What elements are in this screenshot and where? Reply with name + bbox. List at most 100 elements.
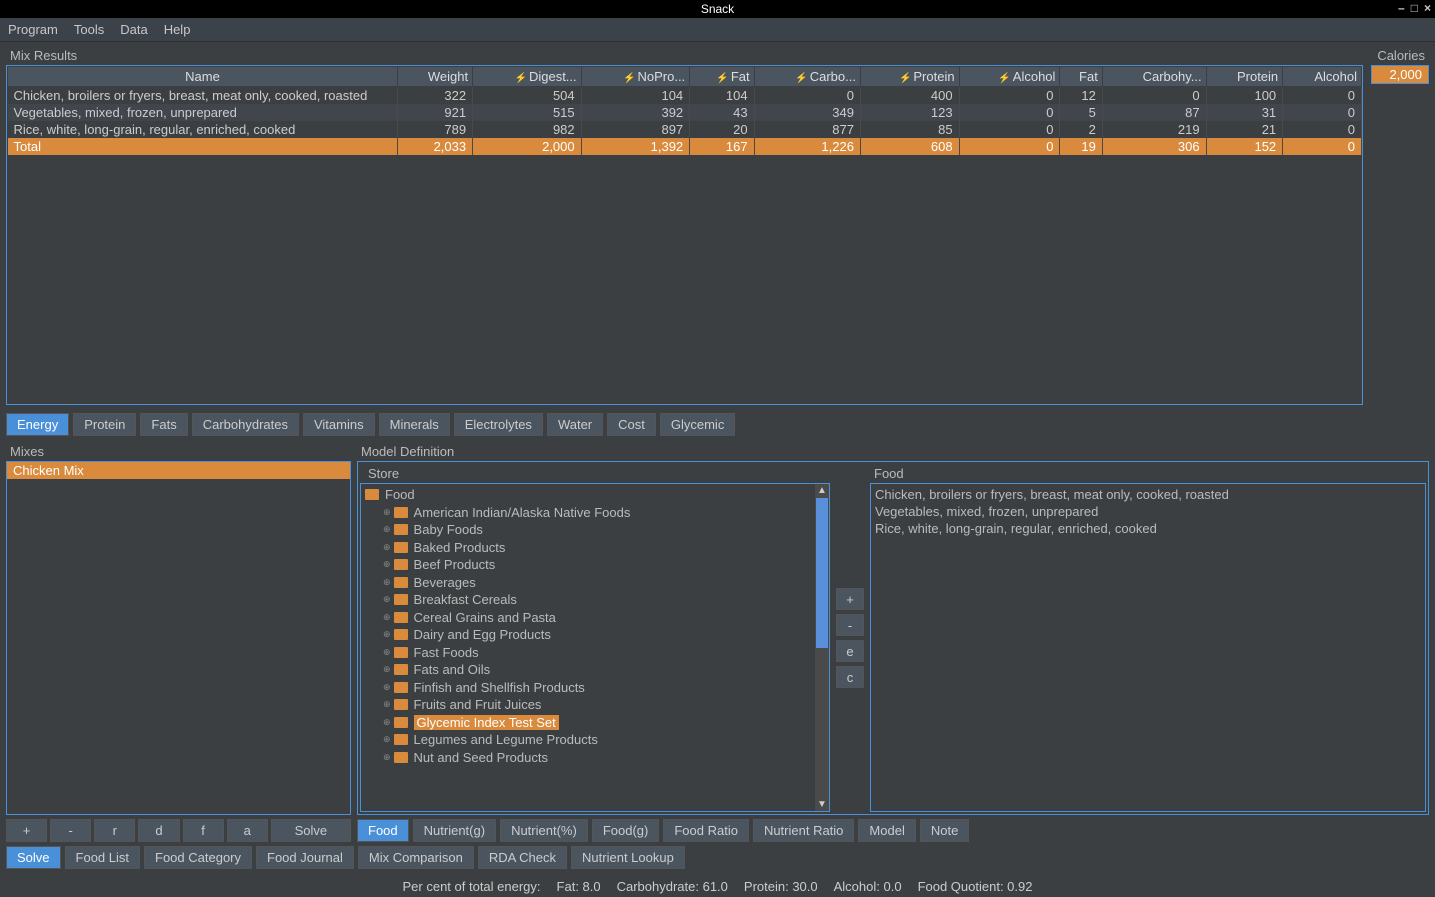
window-title: Snack xyxy=(701,2,734,16)
mixes-list[interactable]: Chicken Mix xyxy=(6,461,351,815)
tab-vitamins[interactable]: Vitamins xyxy=(303,413,375,436)
mix-col-header[interactable]: ⚡Alcohol xyxy=(959,67,1060,87)
mix-item[interactable]: Chicken Mix xyxy=(7,462,350,479)
tab-protein[interactable]: Protein xyxy=(73,413,136,436)
table-row[interactable]: Rice, white, long-grain, regular, enrich… xyxy=(8,121,1362,138)
scroll-down-icon[interactable]: ▼ xyxy=(817,799,827,810)
table-row[interactable]: Total2,0332,0001,3921671,226608019306152… xyxy=(8,138,1362,155)
folder-icon xyxy=(394,612,408,623)
status-alcohol: Alcohol: 0.0 xyxy=(834,879,902,894)
main-tab-food-journal[interactable]: Food Journal xyxy=(256,846,354,869)
mix-col-header[interactable]: ⚡Digest... xyxy=(473,67,582,87)
tree-item[interactable]: ⊕Dairy and Egg Products xyxy=(363,626,827,644)
mixes-btn-solve[interactable]: Solve xyxy=(271,819,351,842)
tab-minerals[interactable]: Minerals xyxy=(379,413,450,436)
menu-help[interactable]: Help xyxy=(164,22,191,37)
main-tab-rda-check[interactable]: RDA Check xyxy=(478,846,567,869)
tree-item[interactable]: ⊕Legumes and Legume Products xyxy=(363,731,827,749)
tab-carbohydrates[interactable]: Carbohydrates xyxy=(192,413,299,436)
scroll-thumb[interactable] xyxy=(816,498,828,648)
main-tab-food-category[interactable]: Food Category xyxy=(144,846,252,869)
mix-results-title: Mix Results xyxy=(6,46,1363,65)
mix-col-header[interactable]: ⚡Protein xyxy=(860,67,959,87)
transfer-btn-e[interactable]: e xyxy=(836,640,864,662)
transfer-btn--[interactable]: - xyxy=(836,614,864,636)
tree-scrollbar[interactable]: ▲ ▼ xyxy=(815,484,829,811)
menu-program[interactable]: Program xyxy=(8,22,58,37)
status-protein: Protein: 30.0 xyxy=(744,879,818,894)
table-row[interactable]: Vegetables, mixed, frozen, unprepared921… xyxy=(8,104,1362,121)
main-tab-nutrient-lookup[interactable]: Nutrient Lookup xyxy=(571,846,685,869)
calories-value[interactable]: 2,000 xyxy=(1371,65,1429,84)
tab-energy[interactable]: Energy xyxy=(6,413,69,436)
food-list[interactable]: Chicken, broilers or fryers, breast, mea… xyxy=(870,483,1426,812)
tree-item[interactable]: ⊕Baby Foods xyxy=(363,521,827,539)
close-icon[interactable]: × xyxy=(1424,1,1431,15)
tree-item[interactable]: ⊕Beef Products xyxy=(363,556,827,574)
tree-item[interactable]: ⊕Cereal Grains and Pasta xyxy=(363,609,827,627)
food-item[interactable]: Chicken, broilers or fryers, breast, mea… xyxy=(873,486,1423,503)
folder-icon xyxy=(394,647,408,658)
tab-electrolytes[interactable]: Electrolytes xyxy=(454,413,543,436)
mix-col-header[interactable]: Name xyxy=(8,67,398,87)
def-tab-foodratio[interactable]: Food Ratio xyxy=(663,819,749,842)
mix-col-header[interactable]: Protein xyxy=(1206,67,1283,87)
def-tab-nutrient[interactable]: Nutrient(%) xyxy=(500,819,588,842)
folder-icon xyxy=(394,699,408,710)
tree-item[interactable]: ⊕Fast Foods xyxy=(363,644,827,662)
main-tab-mix-comparison[interactable]: Mix Comparison xyxy=(358,846,474,869)
mix-col-header[interactable]: Weight xyxy=(398,67,473,87)
mix-col-header[interactable]: ⚡Carbo... xyxy=(754,67,860,87)
scroll-up-icon[interactable]: ▲ xyxy=(817,485,827,496)
mix-col-header[interactable]: Alcohol xyxy=(1283,67,1362,87)
folder-icon xyxy=(394,629,408,640)
def-tab-model[interactable]: Model xyxy=(858,819,915,842)
menu-tools[interactable]: Tools xyxy=(74,22,104,37)
mixes-btn--[interactable]: - xyxy=(50,819,91,842)
folder-icon xyxy=(394,664,408,675)
menu-data[interactable]: Data xyxy=(120,22,147,37)
def-tab-nutrientg[interactable]: Nutrient(g) xyxy=(413,819,496,842)
tree-item[interactable]: ⊕Glycemic Index Test Set xyxy=(363,714,827,732)
def-tab-note[interactable]: Note xyxy=(920,819,969,842)
transfer-btn-c[interactable]: c xyxy=(836,666,864,688)
tab-glycemic[interactable]: Glycemic xyxy=(660,413,735,436)
tree-item[interactable]: ⊕Nut and Seed Products xyxy=(363,749,827,767)
mixes-btn-+[interactable]: + xyxy=(6,819,47,842)
transfer-btn-+[interactable]: + xyxy=(836,588,864,610)
food-item[interactable]: Rice, white, long-grain, regular, enrich… xyxy=(873,520,1423,537)
maximize-icon[interactable]: □ xyxy=(1411,1,1418,15)
mix-col-header[interactable]: ⚡NoPro... xyxy=(581,67,690,87)
mix-col-header[interactable]: Carbohy... xyxy=(1102,67,1206,87)
tree-item[interactable]: ⊕Fruits and Fruit Juices xyxy=(363,696,827,714)
def-tab-foodg[interactable]: Food(g) xyxy=(592,819,660,842)
tree-item[interactable]: ⊕American Indian/Alaska Native Foods xyxy=(363,504,827,522)
tab-fats[interactable]: Fats xyxy=(140,413,187,436)
mixes-btn-a[interactable]: a xyxy=(227,819,268,842)
main-tab-solve[interactable]: Solve xyxy=(6,846,61,869)
main-tab-food-list[interactable]: Food List xyxy=(65,846,140,869)
status-fat: Fat: 8.0 xyxy=(557,879,601,894)
mixes-btn-r[interactable]: r xyxy=(94,819,135,842)
tree-item[interactable]: ⊕Beverages xyxy=(363,574,827,592)
folder-icon xyxy=(394,734,408,745)
tab-cost[interactable]: Cost xyxy=(607,413,656,436)
minimize-icon[interactable]: – xyxy=(1398,1,1405,15)
tab-water[interactable]: Water xyxy=(547,413,603,436)
store-tree[interactable]: Food⊕American Indian/Alaska Native Foods… xyxy=(360,483,830,812)
mixes-btn-d[interactable]: d xyxy=(138,819,179,842)
mixes-btn-f[interactable]: f xyxy=(183,819,224,842)
def-tab-nutrientratio[interactable]: Nutrient Ratio xyxy=(753,819,854,842)
tree-item[interactable]: ⊕Finfish and Shellfish Products xyxy=(363,679,827,697)
store-title: Store xyxy=(360,464,830,483)
tree-item[interactable]: ⊕Baked Products xyxy=(363,539,827,557)
tree-root[interactable]: Food xyxy=(363,486,827,504)
tree-item[interactable]: ⊕Fats and Oils xyxy=(363,661,827,679)
tree-item[interactable]: ⊕Breakfast Cereals xyxy=(363,591,827,609)
food-item[interactable]: Vegetables, mixed, frozen, unprepared xyxy=(873,503,1423,520)
model-title: Model Definition xyxy=(357,442,1429,461)
mix-col-header[interactable]: Fat xyxy=(1060,67,1102,87)
def-tab-food[interactable]: Food xyxy=(357,819,409,842)
mix-col-header[interactable]: ⚡Fat xyxy=(690,67,754,87)
table-row[interactable]: Chicken, broilers or fryers, breast, mea… xyxy=(8,87,1362,105)
